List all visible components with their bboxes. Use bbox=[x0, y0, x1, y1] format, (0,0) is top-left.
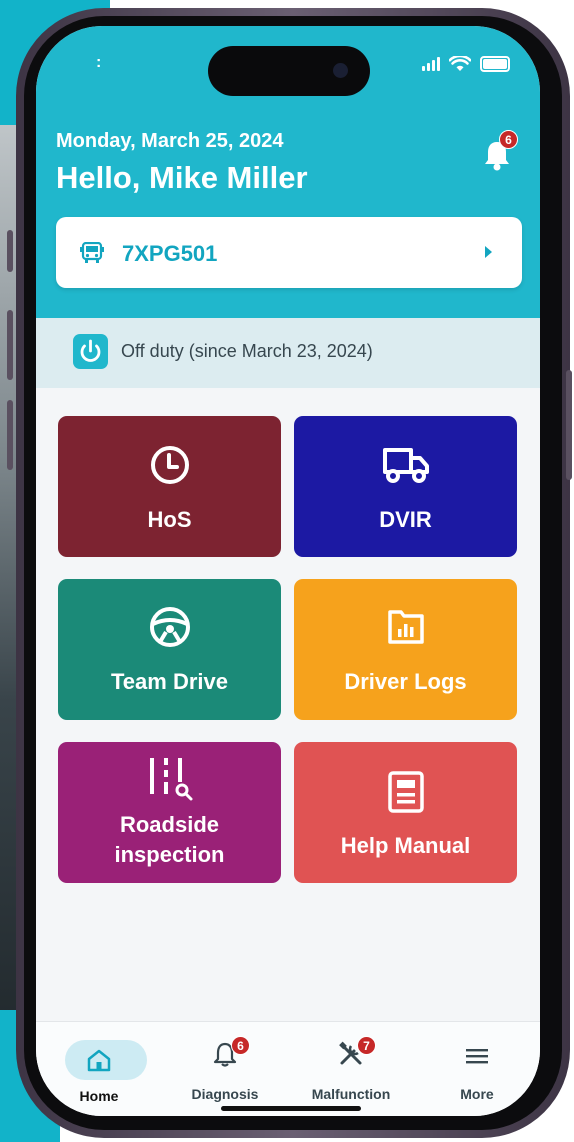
nav-malfunction[interactable]: 7 Malfunction bbox=[288, 1022, 414, 1116]
tile-roadside-label-line2: inspection bbox=[114, 842, 225, 867]
notification-badge: 6 bbox=[499, 130, 518, 149]
status-bar-dots: : bbox=[96, 54, 102, 71]
duty-status-bar[interactable]: Off duty (since March 23, 2024) bbox=[36, 318, 540, 388]
signal-icon bbox=[422, 57, 440, 71]
tile-help-manual-label: Help Manual bbox=[340, 833, 471, 858]
nav-diagnosis[interactable]: 6 Diagnosis bbox=[162, 1022, 288, 1116]
camera-icon bbox=[333, 63, 348, 78]
phone-side-button bbox=[7, 230, 13, 272]
home-indicator bbox=[221, 1106, 361, 1111]
notifications-button[interactable]: 6 bbox=[482, 130, 518, 172]
tile-hos-label: HoS bbox=[147, 507, 192, 532]
tile-driver-logs-label: Driver Logs bbox=[344, 669, 467, 694]
tile-team-drive-label: Team Drive bbox=[111, 669, 228, 694]
menu-icon bbox=[466, 1049, 488, 1064]
tile-roadside-inspection[interactable]: Roadside inspection bbox=[58, 742, 281, 883]
diagnosis-badge: 6 bbox=[231, 1036, 250, 1055]
wifi-icon bbox=[449, 56, 471, 71]
app-header: : Monday, March 25, 2024 Hello, Mike Mil… bbox=[36, 26, 540, 318]
tile-driver-logs[interactable]: Driver Logs bbox=[294, 579, 517, 720]
tile-dvir-label: DVIR bbox=[379, 507, 432, 532]
power-icon bbox=[73, 334, 108, 369]
nav-home[interactable]: Home bbox=[36, 1022, 162, 1116]
bottom-nav: Home 6 Diagnosis 7 Malfunction More bbox=[36, 1021, 540, 1116]
home-icon bbox=[87, 1049, 111, 1072]
nav-diagnosis-label: Diagnosis bbox=[191, 1086, 259, 1102]
nav-home-label: Home bbox=[79, 1088, 119, 1104]
vehicle-id: 7XPG501 bbox=[122, 241, 218, 266]
tile-help-manual[interactable]: Help Manual bbox=[294, 742, 517, 883]
tile-dvir[interactable]: DVIR bbox=[294, 416, 517, 557]
roadside-inspection-icon bbox=[149, 758, 192, 801]
tile-hos[interactable]: HoS bbox=[58, 416, 281, 557]
current-date: Monday, March 25, 2024 bbox=[56, 130, 284, 152]
folder-chart-icon bbox=[387, 610, 424, 644]
dynamic-island bbox=[208, 46, 370, 96]
greeting: Hello, Mike Miller bbox=[56, 160, 308, 195]
document-icon bbox=[387, 771, 424, 813]
phone-side-button bbox=[7, 310, 13, 380]
nav-malfunction-label: Malfunction bbox=[311, 1086, 391, 1102]
malfunction-badge: 7 bbox=[357, 1036, 376, 1055]
duty-status-text: Off duty (since March 23, 2024) bbox=[121, 341, 373, 361]
truck-icon bbox=[382, 448, 429, 483]
nav-more[interactable]: More bbox=[414, 1022, 540, 1116]
status-bar-icons bbox=[422, 56, 510, 72]
app-screen: : Monday, March 25, 2024 Hello, Mike Mil… bbox=[36, 26, 540, 1116]
steering-wheel-icon bbox=[149, 607, 190, 647]
clock-icon bbox=[150, 446, 189, 484]
bus-icon bbox=[80, 242, 104, 263]
phone-side-button bbox=[7, 400, 13, 470]
nav-more-label: More bbox=[460, 1086, 494, 1102]
phone-power-button bbox=[566, 370, 572, 480]
battery-icon bbox=[480, 56, 510, 72]
chevron-right-icon bbox=[485, 246, 492, 258]
tile-roadside-label-line1: Roadside bbox=[119, 812, 220, 837]
tile-team-drive[interactable]: Team Drive bbox=[58, 579, 281, 720]
vehicle-selector[interactable]: 7XPG501 bbox=[56, 217, 522, 288]
